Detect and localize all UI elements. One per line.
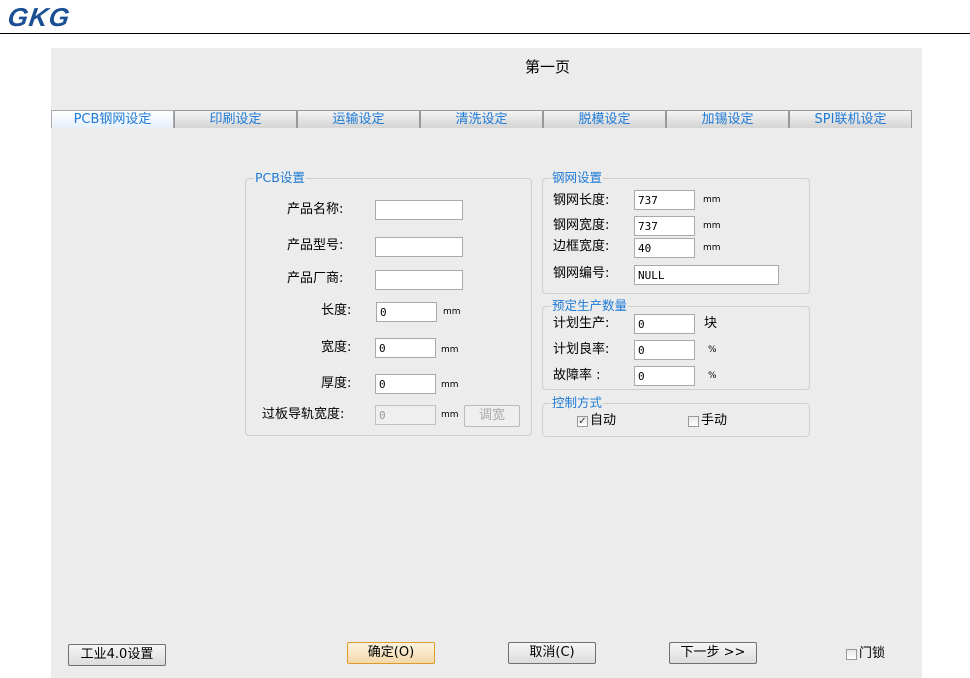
stencil-id-label: 钢网编号: [553,266,610,281]
stencil-width-input[interactable] [634,216,695,236]
product-model-input[interactable] [375,237,463,257]
width-unit: mm [441,345,459,355]
checkbox-checked-icon: ✓ [577,415,588,427]
manual-label: 手动 [701,413,728,428]
frame-width-input[interactable] [634,238,695,258]
manual-checkbox[interactable]: 手动 [688,412,727,430]
product-name-input[interactable] [375,200,463,220]
stencil-length-input[interactable] [634,190,695,210]
failure-rate-unit: % [708,371,717,381]
tab-transport[interactable]: 运输设定 [297,110,420,128]
frame-width-label: 边框宽度: [553,239,610,254]
rail-width-input [375,405,436,425]
door-lock-checkbox[interactable]: 门锁 [846,645,885,663]
thickness-label: 厚度: [321,376,352,391]
cancel-button[interactable]: 取消(C) [508,642,596,664]
page-title: 第一页 [524,58,570,76]
pcb-settings-legend: PCB设置 [254,170,306,186]
product-name-label: 产品名称: [287,202,344,217]
stencil-settings-legend: 钢网设置 [551,170,604,186]
tab-demolding[interactable]: 脱模设定 [543,110,666,128]
length-unit: mm [443,307,461,317]
width-input[interactable] [375,338,436,358]
product-vendor-input[interactable] [375,270,463,290]
planned-production-label: 计划生产: [553,316,610,331]
stencil-length-unit: mm [703,195,721,205]
planned-yield-label: 计划良率: [553,342,610,357]
tab-cleaning[interactable]: 清洗设定 [420,110,543,128]
length-label: 长度: [321,303,352,318]
planned-yield-input[interactable] [634,340,695,360]
ok-button[interactable]: 确定(O) [347,642,435,664]
adjust-width-button: 调宽 [464,405,520,427]
frame-width-unit: mm [703,243,721,253]
failure-rate-label: 故障率 : [553,368,601,383]
tab-printing[interactable]: 印刷设定 [174,110,297,128]
stencil-width-unit: mm [703,221,721,231]
stencil-width-label: 钢网宽度: [553,218,610,233]
gkg-logo: GKG [5,2,73,32]
thickness-input[interactable] [375,374,436,394]
product-vendor-label: 产品厂商: [287,271,344,286]
door-lock-label: 门锁 [859,646,886,661]
checkbox-unchecked-icon [846,648,857,660]
tab-pcb-stencil[interactable]: PCB钢网设定 [51,110,174,128]
production-quantity-legend: 预定生产数量 [551,298,629,314]
header-divider [0,33,970,34]
next-step-button[interactable]: 下一步 >> [669,642,757,664]
width-label: 宽度: [321,340,352,355]
failure-rate-input[interactable] [634,366,695,386]
settings-panel: 第一页 PCB钢网设定 印刷设定 运输设定 清洗设定 脱模设定 加锡设定 SPI… [51,48,922,678]
thickness-unit: mm [441,380,459,390]
checkbox-unchecked-icon [688,415,699,427]
auto-checkbox[interactable]: ✓ 自动 [577,412,616,430]
auto-label: 自动 [590,413,617,428]
stencil-id-input[interactable] [634,265,779,285]
planned-production-input[interactable] [634,314,695,334]
tab-bar: PCB钢网设定 印刷设定 运输设定 清洗设定 脱模设定 加锡设定 SPI联机设定 [51,110,912,128]
planned-production-unit: 块 [704,316,718,331]
rail-width-label: 过板导轨宽度: [262,407,345,422]
tab-solder-add[interactable]: 加锡设定 [666,110,789,128]
tab-spi-link[interactable]: SPI联机设定 [789,110,912,128]
industry-4-settings-button[interactable]: 工业4.0设置 [68,644,166,666]
stencil-length-label: 钢网长度: [553,193,610,208]
planned-yield-unit: % [708,345,717,355]
rail-width-unit: mm [441,410,459,420]
product-model-label: 产品型号: [287,238,344,253]
control-mode-legend: 控制方式 [551,395,604,411]
length-input[interactable] [376,302,437,322]
